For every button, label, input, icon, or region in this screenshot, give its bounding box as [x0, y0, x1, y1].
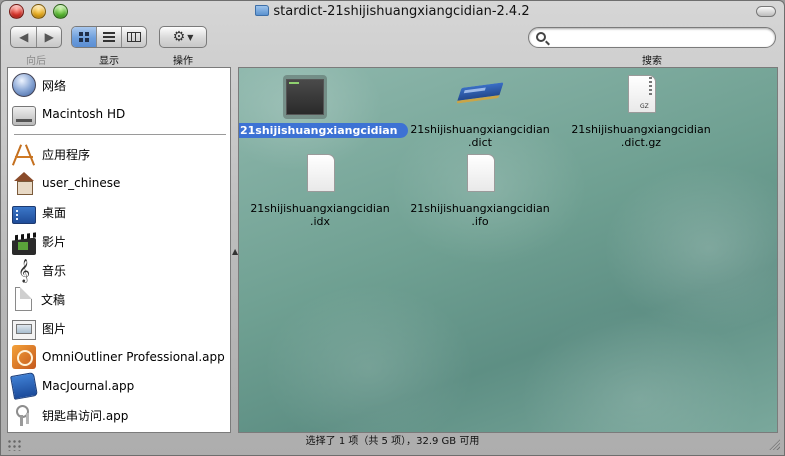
sidebar-item-home[interactable]: user_chinese	[8, 170, 230, 196]
list-view-button[interactable]	[96, 27, 120, 47]
sidebar-item-applications[interactable]: 应用程序	[8, 141, 230, 167]
sidebar-item-desktop[interactable]: 桌面	[8, 199, 230, 225]
column-view-button[interactable]	[120, 27, 146, 47]
icon-view-icon	[79, 32, 90, 42]
sidebar-item-label: 桌面	[42, 205, 67, 220]
file-name: 21shijishuangxiangcidian .dict	[410, 123, 550, 149]
movies-icon	[12, 237, 36, 255]
sidebar-item-omnioutliner[interactable]: OmniOutliner Professional.app	[8, 344, 230, 370]
file-name: 21shijishuangxiangcidian .ifo	[410, 202, 550, 228]
file-browser: 21shijishuangxiangcidian 21shijishuangxi…	[238, 67, 778, 433]
sidebar-item-label: user_chinese	[42, 176, 121, 190]
document-icon	[458, 154, 502, 198]
arrow-left-icon: ◀	[19, 30, 29, 44]
network-icon	[12, 73, 36, 97]
music-icon: 𝄞	[18, 258, 30, 282]
finder-window: stardict-21shijishuangxiangcidian-2.4.2 …	[0, 0, 785, 456]
sidebar-item-network[interactable]: 网络	[8, 72, 230, 98]
pictures-icon	[12, 320, 36, 340]
sidebar-item-label: OmniOutliner Professional.app	[42, 350, 225, 364]
dictionary-book-icon	[456, 75, 504, 119]
file-name: 21shijishuangxiangcidian .dict.gz	[571, 123, 711, 149]
file-item[interactable]: 21shijishuangxiangcidian	[239, 75, 408, 138]
sidebar-item-label: 网络	[42, 78, 67, 93]
search-label: 搜索	[642, 56, 662, 67]
hard-disk-icon	[12, 106, 36, 126]
sidebar-item-keychain[interactable]: 钥匙串访问.app	[8, 402, 230, 428]
sidebar-item-label: 音乐	[42, 263, 67, 278]
sidebar-item-music[interactable]: 𝄞 音乐	[8, 257, 230, 283]
status-text: 选择了 1 项（共 5 项），32.9 GB 可用	[305, 436, 480, 447]
gzip-archive-icon: GZ	[619, 75, 663, 119]
list-view-icon	[103, 32, 115, 42]
desktop-icon	[12, 206, 36, 224]
view-label: 显示	[99, 56, 119, 67]
back-forward-control: ◀ ▶	[10, 26, 62, 48]
sidebar-item-documents[interactable]: 文稿	[8, 286, 230, 312]
action-button[interactable]: ⚙ ▼	[160, 27, 206, 47]
back-button[interactable]: ◀	[11, 27, 36, 47]
keychain-icon	[12, 403, 36, 427]
sidebar-item-label: 钥匙串访问.app	[42, 408, 129, 423]
file-name: 21shijishuangxiangcidian	[239, 123, 408, 138]
sidebar-item-label: 图片	[42, 321, 67, 336]
title-bar[interactable]: stardict-21shijishuangxiangcidian-2.4.2	[1, 1, 784, 23]
sidebar-item-macjournal[interactable]: MacJournal.app	[8, 372, 230, 400]
window-title: stardict-21shijishuangxiangcidian-2.4.2	[1, 4, 784, 19]
file-name: 21shijishuangxiangcidian .idx	[250, 202, 390, 228]
sidebar-item-label: 文稿	[41, 292, 66, 307]
sidebar-item-macintosh-hd[interactable]: Macintosh HD	[8, 101, 230, 127]
status-bar: 选择了 1 项（共 5 项），32.9 GB 可用	[1, 434, 784, 455]
file-item[interactable]: 21shijishuangxiangcidian .dict	[405, 75, 555, 149]
sidebar-divider	[14, 134, 226, 135]
window-title-text: stardict-21shijishuangxiangcidian-2.4.2	[273, 4, 530, 19]
file-item[interactable]: GZ 21shijishuangxiangcidian .dict.gz	[566, 75, 716, 149]
document-icon	[298, 154, 342, 198]
action-label: 操作	[173, 56, 193, 67]
back-forward-label: 向后	[26, 56, 46, 67]
sidebar-item-label: 应用程序	[42, 147, 91, 162]
documents-icon	[15, 287, 32, 311]
search-icon	[536, 32, 546, 42]
sidebar-item-pictures[interactable]: 图片	[8, 315, 230, 341]
toolbar-toggle-button[interactable]	[756, 6, 776, 17]
folder-icon	[255, 5, 270, 16]
macjournal-icon	[10, 372, 38, 400]
search-input[interactable]	[551, 30, 761, 45]
search-field[interactable]	[528, 27, 776, 48]
column-view-icon	[126, 32, 141, 42]
icon-view-button[interactable]	[72, 27, 97, 47]
sidebar-item-label: 影片	[42, 234, 67, 249]
sidebar-item-movies[interactable]: 影片	[8, 228, 230, 255]
file-item[interactable]: 21shijishuangxiangcidian .ifo	[405, 154, 555, 228]
sidebar-item-label: Macintosh HD	[42, 107, 126, 121]
view-control	[71, 26, 147, 48]
applications-icon	[12, 142, 36, 166]
chevron-down-icon: ▼	[187, 32, 194, 42]
sidebar: 网络 Macintosh HD 应用程序 user_chinese 桌面 影片 …	[7, 67, 231, 433]
resize-handle-icon[interactable]	[768, 438, 780, 450]
terminal-file-icon	[283, 75, 327, 119]
file-item[interactable]: 21shijishuangxiangcidian .idx	[245, 154, 395, 228]
home-icon	[12, 171, 36, 195]
sidebar-splitter-handle[interactable]: ▲	[232, 247, 238, 256]
arrow-right-icon: ▶	[44, 30, 54, 44]
action-control: ⚙ ▼	[159, 26, 207, 48]
gear-icon: ⚙	[172, 29, 186, 45]
forward-button[interactable]: ▶	[36, 27, 61, 47]
sidebar-item-label: MacJournal.app	[42, 379, 135, 393]
omnioutliner-icon	[12, 345, 36, 369]
